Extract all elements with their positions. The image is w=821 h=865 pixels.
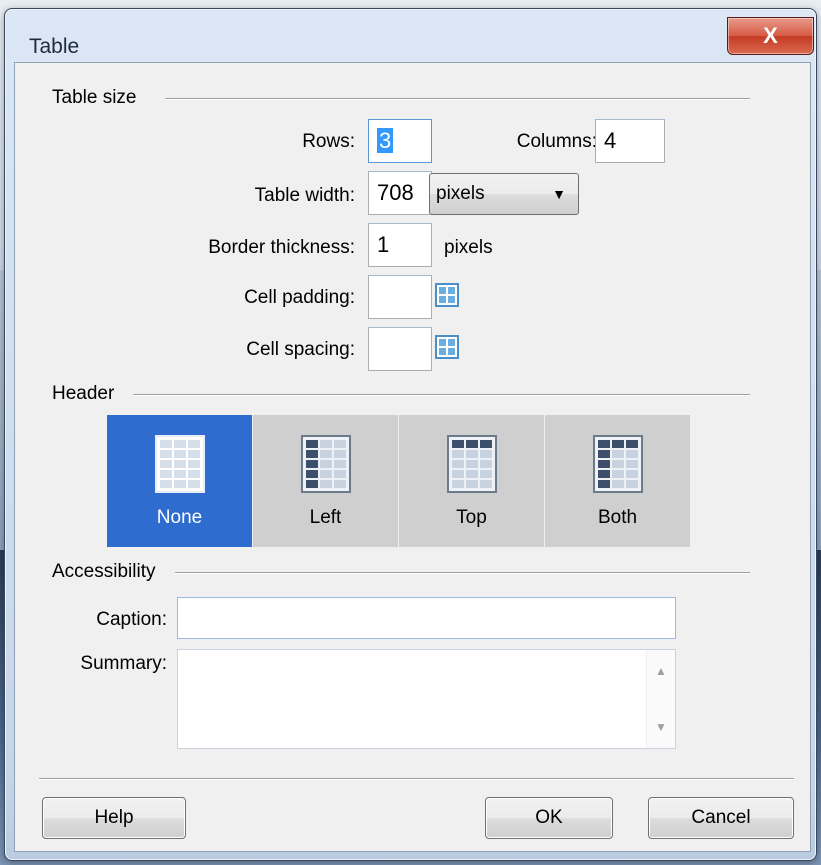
header-option-label: Both — [597, 507, 638, 528]
rows-label: Rows: — [302, 131, 355, 152]
summary-scrollbar[interactable]: ▲ ▼ — [646, 650, 675, 748]
footer-divider — [39, 778, 794, 780]
cell-padding-input[interactable] — [368, 275, 432, 319]
header-option-both[interactable]: Both — [545, 415, 690, 547]
accessibility-section-label: Accessibility — [52, 561, 156, 582]
caption-label: Caption: — [96, 609, 167, 630]
summary-label: Summary: — [80, 653, 167, 674]
accessibility-divider — [175, 572, 750, 574]
columns-label: Columns: — [516, 131, 597, 152]
dialog-title: Table — [29, 35, 80, 58]
rows-value: 3 — [377, 128, 394, 153]
table-both-headers-icon — [593, 435, 643, 493]
header-option-label: Left — [309, 507, 342, 528]
scroll-down-arrow-icon[interactable]: ▼ — [647, 720, 675, 734]
cell-padding-icon — [435, 283, 459, 307]
table-none-icon — [155, 435, 205, 493]
table-width-label: Table width: — [254, 185, 355, 206]
cell-padding-label: Cell padding: — [244, 287, 355, 308]
header-divider — [133, 394, 750, 396]
chevron-down-icon: ▼ — [552, 186, 566, 202]
border-thickness-unit: pixels — [444, 237, 493, 258]
rows-input[interactable]: 3 — [368, 119, 432, 163]
table-width-unit-select[interactable]: pixels ▼ — [429, 173, 579, 215]
scroll-up-arrow-icon[interactable]: ▲ — [647, 664, 675, 678]
caption-input[interactable] — [177, 597, 676, 639]
close-icon: X — [763, 23, 778, 48]
header-option-left[interactable]: Left — [253, 415, 398, 547]
summary-textarea[interactable]: ▲ ▼ — [177, 649, 676, 749]
header-option-label: Top — [456, 507, 487, 528]
border-thickness-label: Border thickness: — [208, 237, 355, 258]
header-option-none[interactable]: None — [107, 415, 252, 547]
close-button[interactable]: X — [727, 17, 814, 55]
table-top-header-icon — [447, 435, 497, 493]
header-option-top[interactable]: Top — [399, 415, 544, 547]
cell-spacing-icon — [435, 335, 459, 359]
table-size-divider — [165, 98, 750, 100]
header-option-label: None — [156, 507, 203, 528]
table-left-header-icon — [301, 435, 351, 493]
cancel-button[interactable]: Cancel — [648, 797, 794, 839]
dialog-body: Table size Rows: 3 Columns: 4 Table widt… — [14, 62, 811, 852]
cell-spacing-label: Cell spacing: — [246, 339, 355, 360]
table-width-unit-value: pixels — [436, 183, 485, 204]
border-thickness-input[interactable]: 1 — [368, 223, 432, 267]
columns-input[interactable]: 4 — [595, 119, 665, 163]
header-section-label: Header — [52, 383, 115, 404]
table-width-input[interactable]: 708 — [368, 171, 432, 215]
header-options: None Left Top Both — [107, 415, 691, 547]
ok-button[interactable]: OK — [485, 797, 613, 839]
help-button[interactable]: Help — [42, 797, 186, 839]
cell-spacing-input[interactable] — [368, 327, 432, 371]
table-size-section-label: Table size — [52, 87, 137, 108]
